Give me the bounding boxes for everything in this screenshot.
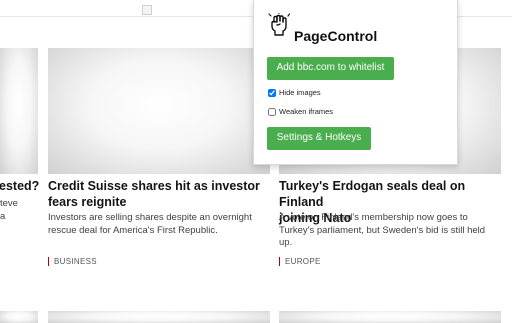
add-to-whitelist-button[interactable]: Add bbc.com to whitelist <box>267 57 394 80</box>
article-image-placeholder[interactable] <box>48 311 270 323</box>
article-image-placeholder[interactable] <box>0 48 38 174</box>
hide-images-checkbox[interactable] <box>268 88 276 97</box>
article-image-placeholder[interactable] <box>279 311 501 323</box>
summary-line: a <box>0 210 6 222</box>
article-headline[interactable]: Credit Suisse shares hit as investor fea… <box>48 178 273 210</box>
article-headline[interactable]: ested? <box>0 178 39 194</box>
hide-images-option[interactable]: Hide images <box>268 88 321 97</box>
summary-line: Turkey's parliament, but Sweden's bid is… <box>279 224 486 236</box>
article-image-placeholder[interactable] <box>48 48 270 174</box>
pagecontrol-popup: PageControl Add bbc.com to whitelist Hid… <box>253 0 458 165</box>
summary-line: teve <box>0 198 18 209</box>
settings-hotkeys-button[interactable]: Settings & Hotkeys <box>267 127 371 150</box>
article-topic-link[interactable]: EUROPE <box>279 257 321 266</box>
weaken-iframes-checkbox[interactable] <box>268 107 276 116</box>
article-summary: Investors are selling shares despite an … <box>48 212 273 237</box>
headline-line: Turkey's Erdogan seals deal on Finland <box>279 179 466 209</box>
weaken-iframes-label: Weaken iframes <box>279 107 334 116</box>
weaken-iframes-option[interactable]: Weaken iframes <box>268 107 333 116</box>
summary-line: rescue deal for America's First Republic… <box>48 224 218 236</box>
summary-line: up. <box>279 237 293 248</box>
headline-line: Credit Suisse shares hit as investor <box>48 179 260 193</box>
summary-line: Investors are selling shares despite an … <box>48 212 252 223</box>
hide-images-label: Hide images <box>279 88 321 97</box>
article-image-placeholder[interactable] <box>0 311 38 323</box>
menu-icon[interactable] <box>142 5 152 15</box>
headline-line: fears reignite <box>48 195 127 209</box>
article-topic-link[interactable]: BUSINESS <box>48 257 97 266</box>
article-summary: teve a <box>0 198 18 223</box>
article-summary: A vote on Finland's membership now goes … <box>279 212 509 250</box>
raised-fist-icon <box>268 13 290 36</box>
summary-line: A vote on Finland's membership now goes … <box>279 212 468 223</box>
popup-title: PageControl <box>294 28 378 44</box>
